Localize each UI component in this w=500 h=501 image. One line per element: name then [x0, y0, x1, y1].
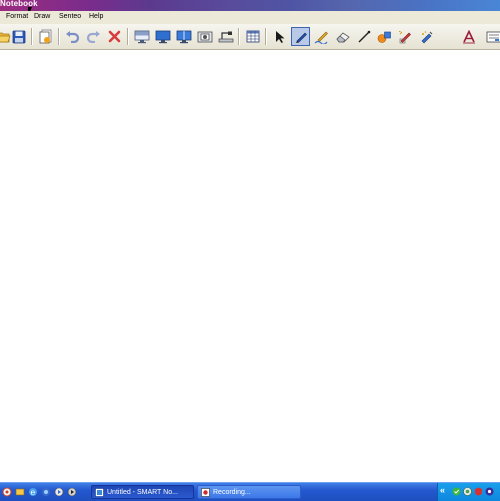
toolbar-separator — [31, 28, 33, 45]
toolbar — [0, 24, 500, 50]
task-button-recording[interactable]: Recording... — [197, 485, 301, 499]
text-icon[interactable] — [459, 27, 478, 46]
quick-launch-icon-6[interactable] — [67, 487, 77, 497]
screen-shade-icon[interactable] — [132, 27, 151, 46]
system-tray: « — [437, 483, 500, 501]
menu-bar: Format Draw Senteo Help — [0, 11, 500, 24]
undo-icon[interactable] — [63, 27, 82, 46]
save-icon[interactable] — [9, 27, 28, 46]
magic-pen-icon[interactable] — [396, 27, 415, 46]
menu-help[interactable]: Help — [89, 13, 103, 20]
tray-app-icon[interactable] — [485, 487, 494, 496]
toolbar-separator — [238, 28, 240, 45]
shape-icon[interactable] — [375, 27, 394, 46]
fill-icon[interactable] — [417, 27, 436, 46]
menu-senteo[interactable]: Senteo — [59, 13, 81, 20]
toolbar-separator — [58, 28, 60, 45]
dual-page-icon[interactable] — [174, 27, 193, 46]
show-hidden-icons-chevron[interactable]: « — [440, 485, 445, 495]
quick-launch-icon-1[interactable] — [2, 487, 12, 497]
smart-notebook-app-icon — [95, 488, 104, 497]
select-icon[interactable] — [270, 27, 289, 46]
toolbar-separator — [127, 28, 129, 45]
pen-icon[interactable] — [291, 27, 310, 46]
properties-icon[interactable] — [484, 27, 500, 46]
eraser-icon[interactable] — [333, 27, 352, 46]
quick-launch-icon-4[interactable] — [41, 487, 51, 497]
capture-icon[interactable] — [195, 27, 214, 46]
document-camera-icon[interactable] — [216, 27, 235, 46]
menu-format[interactable]: Format — [6, 13, 28, 20]
task-button-label: Untitled - SMART No... — [107, 489, 178, 496]
windows-taskbar: e Untitled - SMART No... Recording... « — [0, 482, 500, 501]
tray-shield-icon[interactable] — [474, 487, 483, 496]
tray-status-icon[interactable] — [463, 487, 472, 496]
internet-explorer-icon[interactable]: e — [28, 487, 38, 497]
creative-pen-icon[interactable] — [312, 27, 331, 46]
redo-icon[interactable] — [84, 27, 103, 46]
full-screen-icon[interactable] — [153, 27, 172, 46]
line-icon[interactable] — [354, 27, 373, 46]
menu-draw[interactable]: Draw — [34, 13, 50, 20]
delete-icon[interactable] — [105, 27, 124, 46]
insert-page-icon[interactable] — [36, 27, 55, 46]
title-bar: Notebook — [0, 0, 500, 11]
recorder-app-icon — [201, 488, 210, 497]
table-icon[interactable] — [243, 27, 262, 46]
task-button-label: Recording... — [213, 489, 251, 496]
tray-green-check-icon[interactable] — [452, 487, 461, 496]
notebook-page-canvas[interactable] — [0, 50, 500, 482]
quick-launch-icon-2[interactable] — [15, 487, 25, 497]
svg-text:e: e — [31, 488, 36, 497]
toolbar-separator — [265, 28, 267, 45]
quick-launch-icon-5[interactable] — [54, 487, 64, 497]
task-button-smart-notebook[interactable]: Untitled - SMART No... — [91, 485, 194, 499]
